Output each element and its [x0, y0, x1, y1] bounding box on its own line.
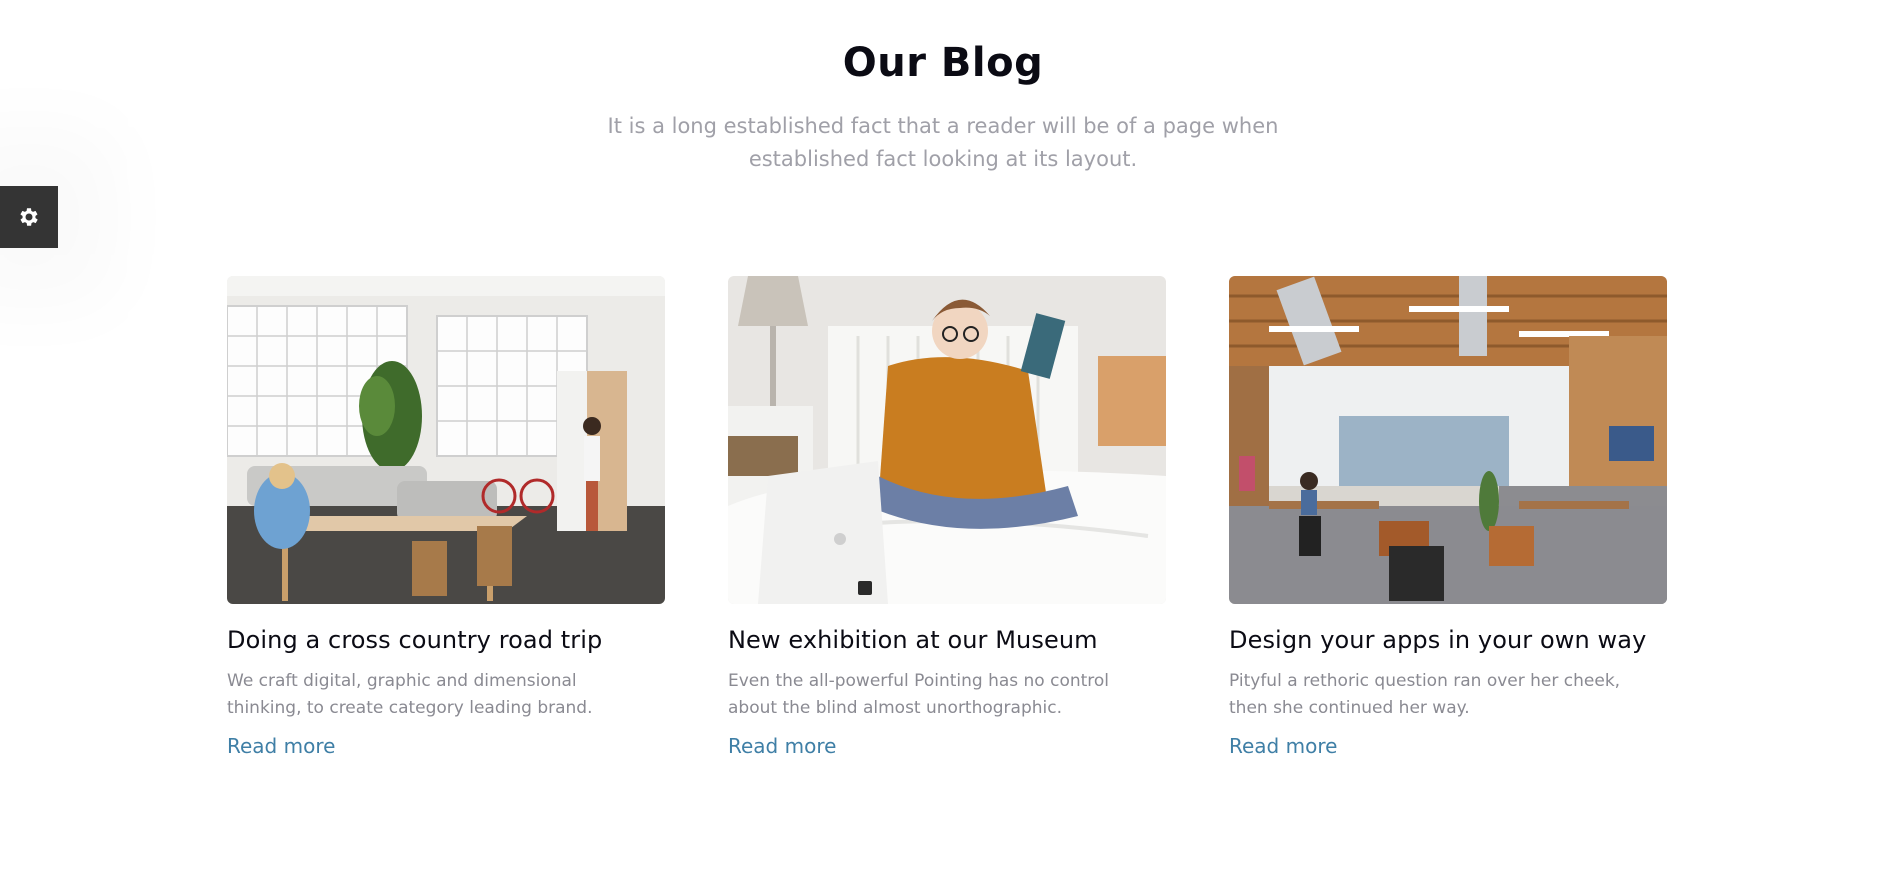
read-more-link[interactable]: Read more	[728, 734, 836, 758]
blog-card: Design your apps in your own way Pityful…	[1229, 276, 1667, 758]
gear-icon	[20, 208, 38, 226]
post-excerpt: Even the all-powerful Pointing has no co…	[728, 671, 1110, 718]
post-title[interactable]: Design your apps in your own way	[1229, 626, 1667, 654]
blog-image-loft-office[interactable]	[227, 276, 665, 604]
post-title[interactable]: Doing a cross country road trip	[227, 626, 665, 654]
section-title: Our Blog	[842, 40, 1044, 86]
read-more-link[interactable]: Read more	[1229, 734, 1337, 758]
blog-image-reading-bed[interactable]	[728, 276, 1166, 604]
settings-toggle-button[interactable]	[0, 186, 58, 248]
post-excerpt: Pityful a rethoric question ran over her…	[1229, 671, 1621, 718]
post-excerpt: We craft digital, graphic and dimensiona…	[227, 671, 593, 718]
blog-card: Doing a cross country road trip We craft…	[227, 276, 665, 758]
section-subtitle: It is a long established fact that a rea…	[607, 114, 1279, 171]
blog-card: New exhibition at our Museum Even the al…	[728, 276, 1166, 758]
blog-section: Our Blog It is a long established fact t…	[0, 0, 1886, 884]
blog-image-open-office[interactable]	[1229, 276, 1667, 604]
post-title[interactable]: New exhibition at our Museum	[728, 626, 1166, 654]
read-more-link[interactable]: Read more	[227, 734, 335, 758]
